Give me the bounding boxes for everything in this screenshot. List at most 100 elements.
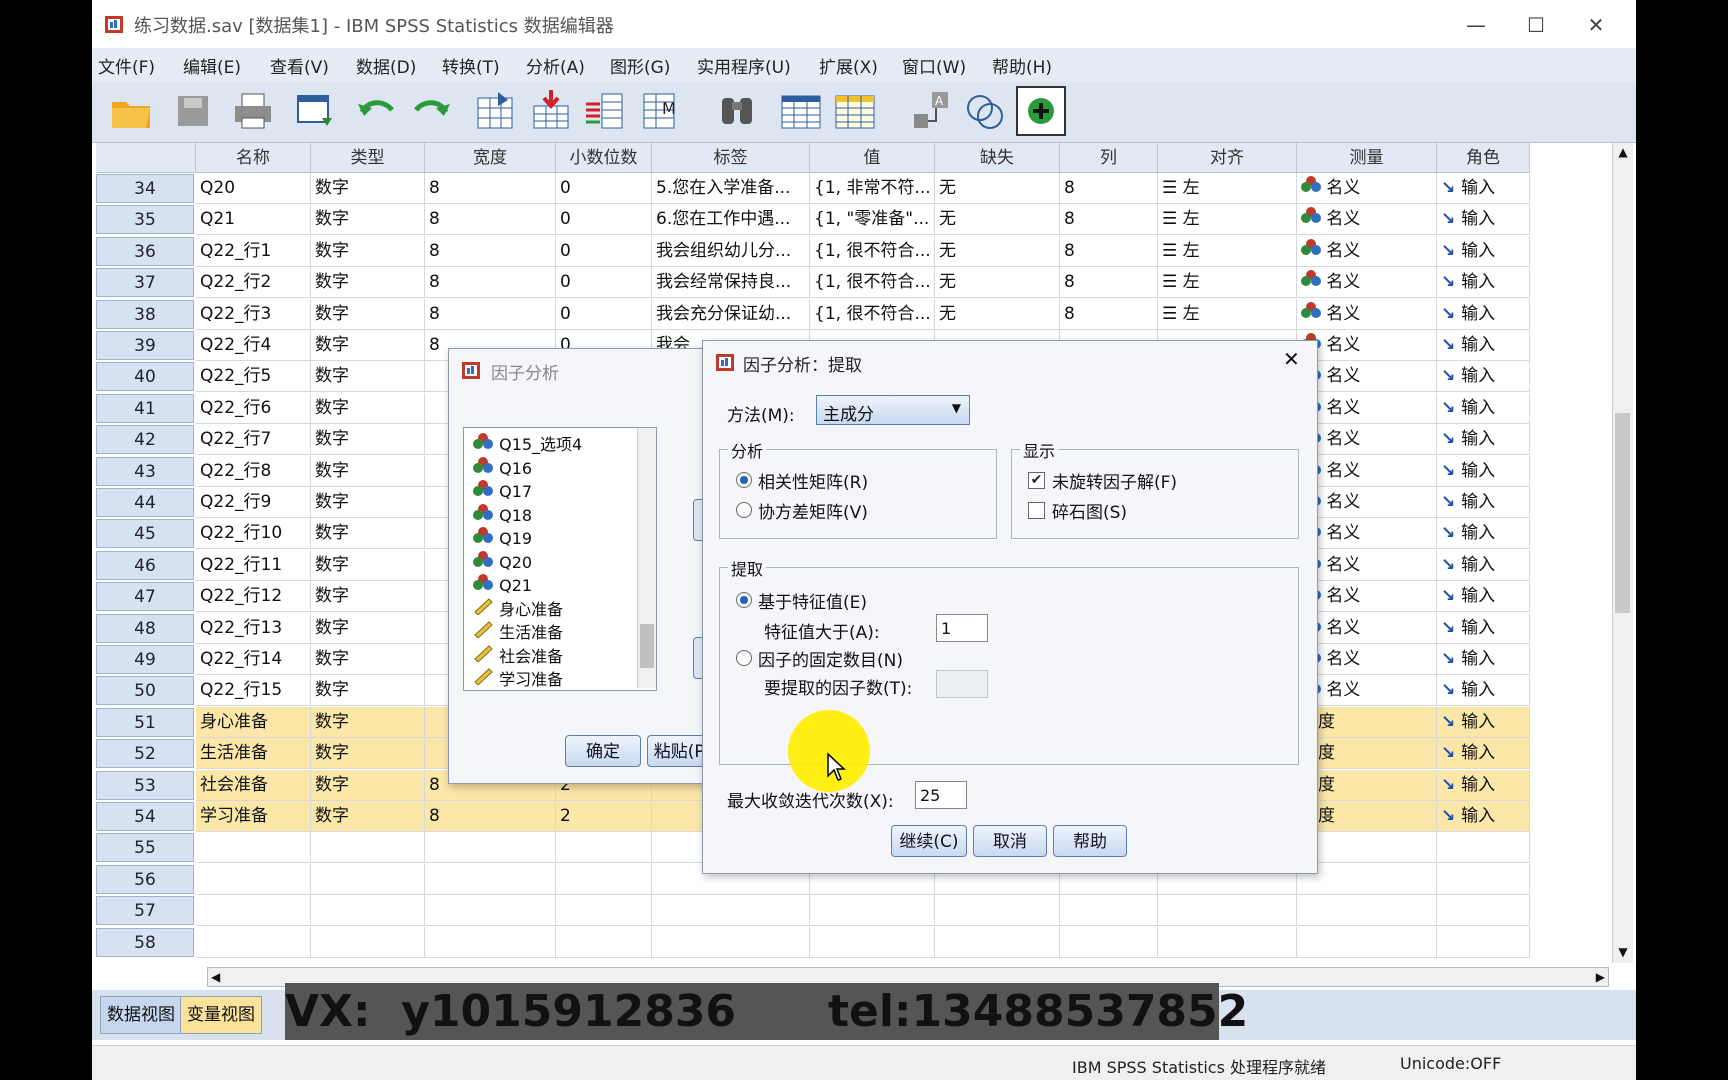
- cell-decimals[interactable]: [556, 895, 652, 927]
- cell-type[interactable]: 数字: [311, 801, 425, 832]
- cell-columns[interactable]: 8: [1060, 204, 1158, 236]
- column-header-align[interactable]: 对齐: [1158, 143, 1297, 173]
- unrotated-solution-label[interactable]: 未旋转因子解(F): [1052, 468, 1177, 493]
- insert-variable-icon[interactable]: [832, 88, 878, 134]
- goto-variable-icon[interactable]: [528, 88, 574, 134]
- row-header[interactable]: 35: [96, 205, 194, 235]
- cell-width[interactable]: [425, 863, 556, 895]
- cell-name[interactable]: Q22_行13: [196, 612, 311, 644]
- cell-measure[interactable]: 名义: [1297, 235, 1437, 267]
- cell-width[interactable]: 8: [425, 801, 556, 832]
- cell-type[interactable]: [311, 832, 425, 864]
- cell-measure[interactable]: 标度: [1297, 738, 1437, 770]
- value-labels-icon[interactable]: M: [638, 88, 684, 134]
- correlation-matrix-label[interactable]: 相关性矩阵(R): [758, 468, 868, 493]
- cell-type[interactable]: 数字: [311, 518, 425, 550]
- row-header[interactable]: 44: [96, 488, 194, 517]
- eigenvalue-input[interactable]: 1: [936, 614, 988, 642]
- row-header[interactable]: 58: [96, 927, 194, 957]
- cell-name[interactable]: Q20: [196, 173, 311, 204]
- find-icon[interactable]: [714, 88, 760, 134]
- cell-label[interactable]: [652, 895, 810, 927]
- cell-role[interactable]: ↘ 输入: [1437, 518, 1530, 550]
- recall-dialog-icon[interactable]: [292, 88, 338, 134]
- row-header[interactable]: 39: [96, 331, 194, 360]
- cell-role[interactable]: ↘ 输入: [1437, 612, 1530, 644]
- column-header-width[interactable]: 宽度: [425, 143, 556, 173]
- cell-measure[interactable]: 名义: [1297, 173, 1437, 204]
- cell-align[interactable]: [1158, 926, 1297, 958]
- cell-align[interactable]: ☰ 左: [1158, 298, 1297, 330]
- cell-measure[interactable]: [1297, 926, 1437, 958]
- cell-measure[interactable]: 名义: [1297, 298, 1437, 330]
- list-scrollbar[interactable]: [637, 428, 656, 688]
- split-file-icon[interactable]: A: [908, 88, 954, 134]
- cell-role[interactable]: ↘ 输入: [1437, 487, 1530, 518]
- row-header[interactable]: 53: [96, 770, 194, 800]
- cell-type[interactable]: 数字: [311, 424, 425, 456]
- max-iterations-input[interactable]: 25: [915, 781, 967, 809]
- save-icon[interactable]: [170, 88, 216, 134]
- list-item[interactable]: 学习准备: [472, 667, 563, 690]
- row-header[interactable]: 49: [96, 645, 194, 674]
- cell-measure[interactable]: 名义: [1297, 612, 1437, 644]
- column-header-role[interactable]: 角色: [1437, 143, 1530, 173]
- close-icon[interactable]: ✕: [1283, 347, 1300, 371]
- cell-missing[interactable]: 无: [935, 298, 1060, 330]
- cell-type[interactable]: 数字: [311, 487, 425, 518]
- tab-data-view[interactable]: 数据视图: [100, 996, 182, 1034]
- cell-name[interactable]: 身心准备: [196, 706, 311, 738]
- row-header[interactable]: 40: [96, 362, 194, 392]
- menu-extensions[interactable]: 扩展(X): [819, 53, 878, 78]
- cell-type[interactable]: 数字: [311, 204, 425, 236]
- cell-type[interactable]: 数字: [311, 549, 425, 581]
- cell-name[interactable]: Q22_行15: [196, 675, 311, 707]
- cell-missing[interactable]: 无: [935, 173, 1060, 204]
- cell-measure[interactable]: 名义: [1297, 518, 1437, 550]
- cell-role[interactable]: ↘ 输入: [1437, 361, 1530, 393]
- cell-type[interactable]: 数字: [311, 738, 425, 770]
- cell-values[interactable]: {1, 很不符合...: [810, 267, 935, 299]
- ok-button[interactable]: 确定: [565, 735, 641, 767]
- cell-label[interactable]: 6.您在工作中遇...: [652, 204, 810, 236]
- redo-icon[interactable]: [408, 88, 454, 134]
- cell-columns[interactable]: 8: [1060, 235, 1158, 267]
- cell-role[interactable]: ↘ 输入: [1437, 769, 1530, 801]
- scrollbar-thumb[interactable]: [1615, 413, 1630, 613]
- cell-type[interactable]: 数字: [311, 298, 425, 330]
- cell-name[interactable]: [196, 832, 311, 864]
- cell-measure[interactable]: 名义: [1297, 487, 1437, 518]
- cell-type[interactable]: 数字: [311, 392, 425, 424]
- column-header-measure[interactable]: 测量: [1297, 143, 1437, 173]
- scroll-down-icon[interactable]: ▼: [1613, 943, 1633, 961]
- menu-utilities[interactable]: 实用程序(U): [697, 53, 791, 78]
- row-header[interactable]: 38: [96, 299, 194, 329]
- cell-width[interactable]: [425, 832, 556, 864]
- cell-name[interactable]: Q22_行2: [196, 267, 311, 299]
- cell-measure[interactable]: 名义: [1297, 204, 1437, 236]
- cell-role[interactable]: ↘ 输入: [1437, 173, 1530, 204]
- row-header[interactable]: 51: [96, 707, 194, 737]
- cell-decimals[interactable]: 0: [556, 267, 652, 299]
- cell-columns[interactable]: 8: [1060, 173, 1158, 204]
- column-header-name[interactable]: 名称: [196, 143, 311, 173]
- minimize-button[interactable]: —: [1456, 10, 1496, 40]
- cancel-button[interactable]: 取消: [973, 825, 1047, 857]
- row-header[interactable]: 54: [96, 802, 194, 831]
- cell-type[interactable]: [311, 863, 425, 895]
- cell-type[interactable]: 数字: [311, 706, 425, 738]
- cell-missing[interactable]: [935, 895, 1060, 927]
- cell-role[interactable]: ↘ 输入: [1437, 298, 1530, 330]
- cell-width[interactable]: [425, 895, 556, 927]
- cell-label[interactable]: 我会充分保证幼...: [652, 298, 810, 330]
- cell-measure[interactable]: [1297, 863, 1437, 895]
- cell-name[interactable]: Q22_行14: [196, 644, 311, 675]
- row-header[interactable]: 55: [96, 833, 194, 863]
- cell-width[interactable]: [425, 926, 556, 958]
- cell-name[interactable]: [196, 926, 311, 958]
- close-window-button[interactable]: ✕: [1576, 10, 1616, 40]
- cell-name[interactable]: 学习准备: [196, 801, 311, 832]
- list-item[interactable]: Q16: [472, 456, 532, 480]
- scroll-left-icon[interactable]: ◀: [211, 968, 220, 986]
- cell-missing[interactable]: 无: [935, 267, 1060, 299]
